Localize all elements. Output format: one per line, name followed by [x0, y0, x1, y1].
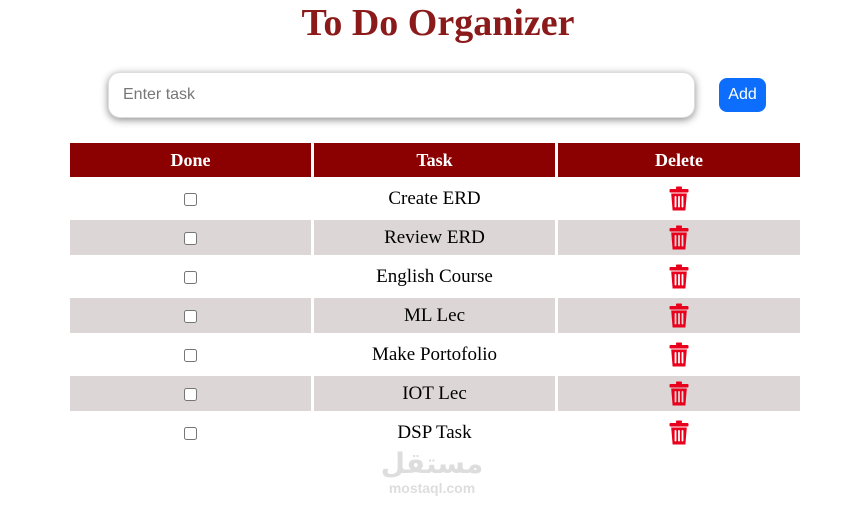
delete-cell	[558, 181, 800, 216]
header-done: Done	[70, 143, 311, 177]
done-cell	[70, 259, 311, 294]
done-checkbox[interactable]	[184, 192, 197, 206]
watermark: مستقل mostaql.com	[378, 448, 486, 502]
done-cell	[70, 337, 311, 372]
delete-cell	[558, 376, 800, 411]
task-name: Review ERD	[314, 220, 555, 255]
header-delete: Delete	[558, 143, 800, 177]
trash-icon[interactable]	[669, 264, 689, 289]
done-checkbox[interactable]	[184, 387, 197, 401]
done-cell	[70, 298, 311, 333]
delete-cell	[558, 298, 800, 333]
trash-icon[interactable]	[669, 303, 689, 328]
delete-cell	[558, 415, 800, 450]
trash-icon[interactable]	[669, 420, 689, 445]
delete-cell	[558, 337, 800, 372]
table-row: Review ERD	[70, 220, 800, 255]
task-name: ML Lec	[314, 298, 555, 333]
trash-icon[interactable]	[669, 186, 689, 211]
done-checkbox[interactable]	[184, 348, 197, 362]
table-header-row: Done Task Delete	[70, 143, 800, 177]
delete-cell	[558, 220, 800, 255]
table-row: Create ERD	[70, 181, 800, 216]
task-name: DSP Task	[397, 421, 472, 443]
task-list: Create ERD Review ERD English Course ML …	[70, 181, 800, 450]
watermark-domain: mostaql.com	[388, 480, 476, 496]
done-cell	[70, 415, 311, 450]
table-row: DSP Task	[70, 415, 800, 450]
done-checkbox[interactable]	[184, 231, 197, 245]
done-cell	[70, 220, 311, 255]
header-task: Task	[314, 143, 555, 177]
task-name: IOT Lec	[314, 376, 555, 411]
delete-cell	[558, 259, 800, 294]
task-name: Make Portofolio	[371, 343, 498, 365]
trash-icon[interactable]	[669, 342, 689, 367]
page-title: To Do Organizer	[301, 2, 575, 44]
task-name: English Course	[376, 265, 493, 287]
done-checkbox[interactable]	[184, 270, 197, 284]
add-button[interactable]: Add	[719, 78, 766, 112]
done-cell	[70, 181, 311, 216]
table-row: Make Portofolio	[70, 337, 800, 372]
table-row: ML Lec	[70, 298, 800, 333]
table-row: IOT Lec	[70, 376, 800, 411]
done-cell	[70, 376, 311, 411]
trash-icon[interactable]	[669, 381, 689, 406]
todo-table: Done Task Delete Create ERD Review ERD E…	[67, 139, 803, 454]
trash-icon[interactable]	[669, 225, 689, 250]
watermark-logo: مستقل	[380, 447, 484, 480]
done-checkbox[interactable]	[184, 426, 197, 440]
task-name: Create ERD	[388, 187, 481, 209]
task-input[interactable]	[108, 72, 695, 118]
done-checkbox[interactable]	[184, 309, 197, 323]
table-row: English Course	[70, 259, 800, 294]
